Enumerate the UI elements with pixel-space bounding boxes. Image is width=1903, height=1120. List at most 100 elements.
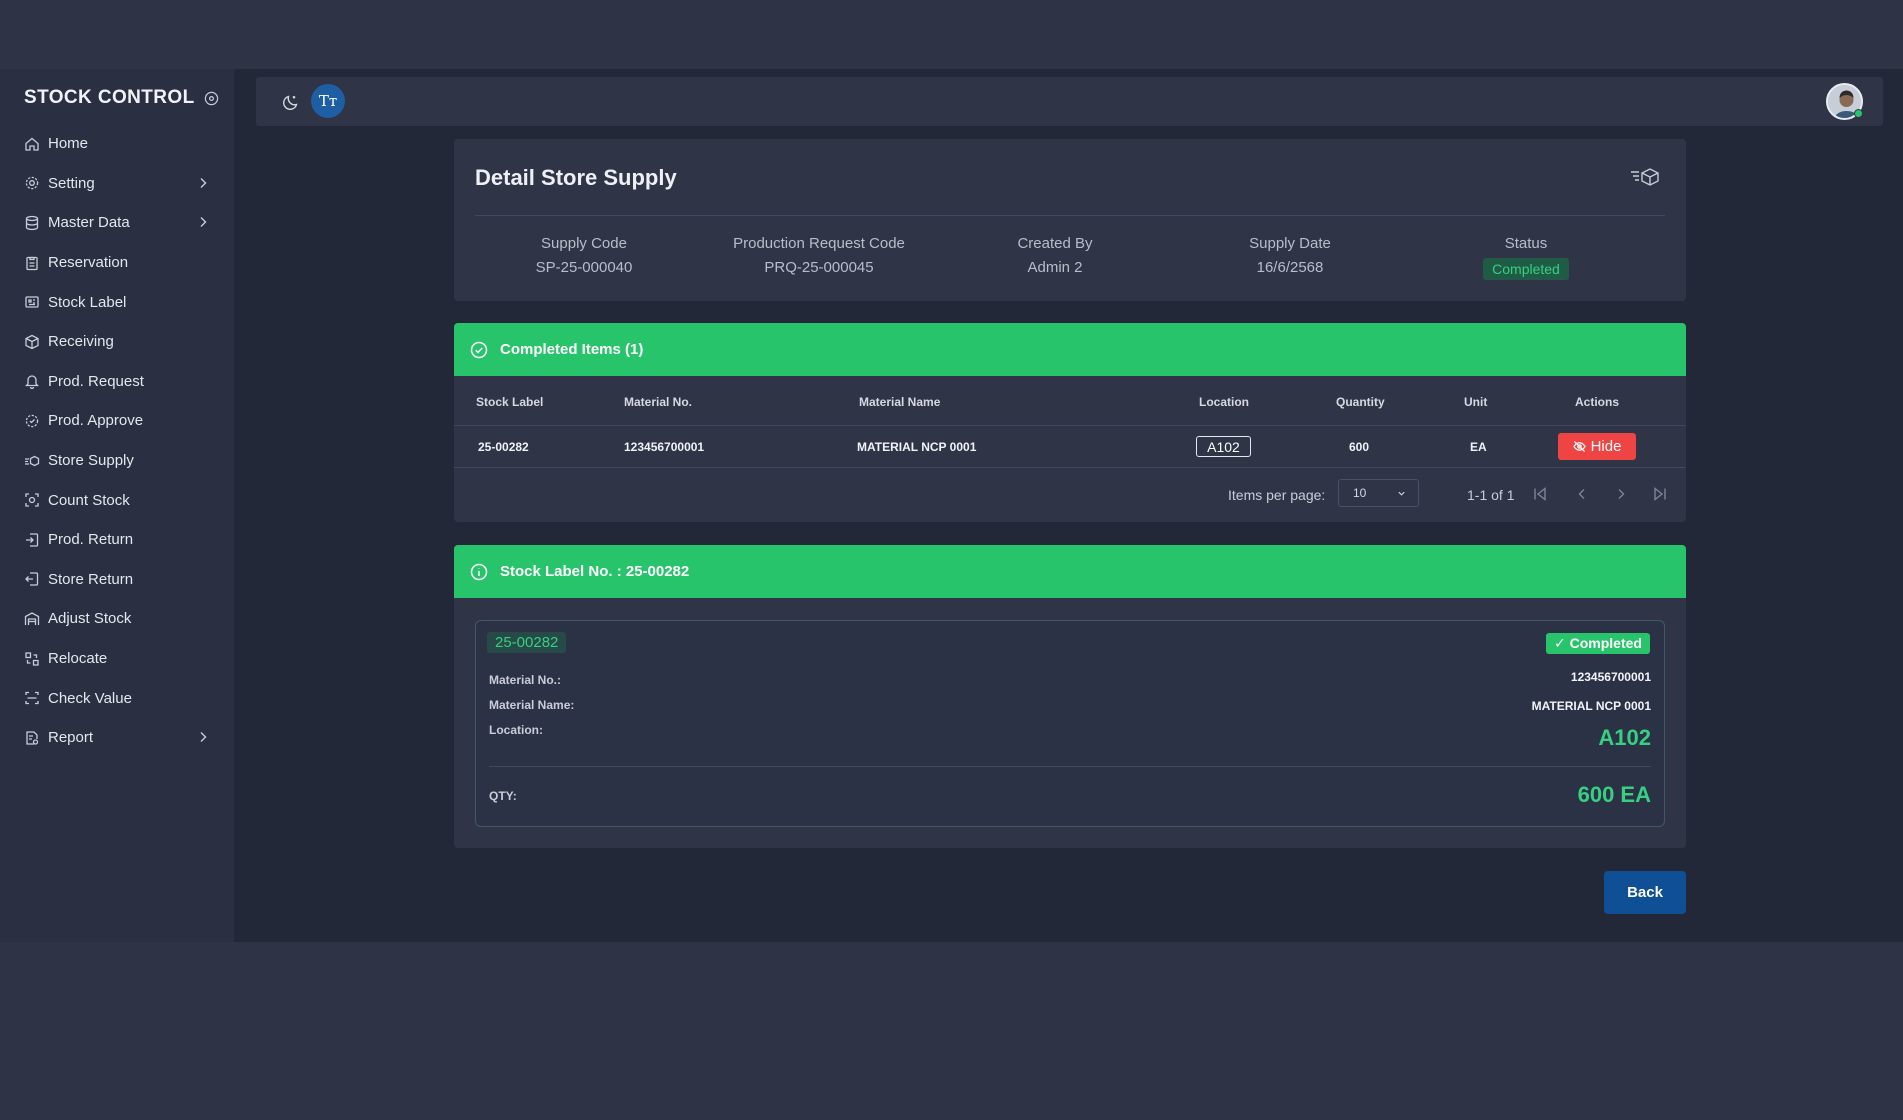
sidebar-item-label: Home [48, 135, 89, 153]
font-size-button[interactable]: Tт [311, 84, 345, 118]
sidebar-item-store-supply[interactable]: Store Supply [0, 441, 234, 481]
cell-material-no: 123456700001 [624, 440, 705, 454]
supply-code-value: SP-25-000040 [535, 259, 633, 276]
sidebar-item-prod-return[interactable]: Prod. Return [0, 520, 234, 560]
hide-button[interactable]: Hide [1558, 433, 1636, 460]
material-no-label: Material No.: [489, 673, 562, 687]
next-page-icon[interactable] [1613, 486, 1629, 502]
sidebar-item-reservation[interactable]: Reservation [0, 243, 234, 283]
chevron-right-icon [198, 216, 208, 228]
cell-unit: EA [1470, 440, 1487, 454]
sidebar-item-relocate[interactable]: Relocate [0, 639, 234, 679]
label-icon [24, 294, 40, 310]
column-header-unit: Unit [1464, 395, 1488, 409]
first-page-icon[interactable] [1532, 486, 1548, 502]
check-circle-icon [470, 341, 488, 359]
sidebar-item-label: Report [48, 729, 94, 747]
report-icon [24, 730, 40, 746]
location-chip: A102 [1196, 436, 1251, 457]
sidebar-item-label: Stock Label [48, 293, 127, 311]
sidebar-nav: Home Setting Master Data Reservation Sto… [0, 124, 234, 758]
production-request-code-field: Production Request Code PRQ-25-000045 [709, 235, 929, 276]
check-value-icon [24, 690, 40, 706]
relocate-icon [24, 651, 40, 667]
stock-label-title: Stock Label No. : 25-00282 [500, 563, 690, 580]
sidebar-item-prod-approve[interactable]: Prod. Approve [0, 401, 234, 441]
detail-card: Detail Store Supply Supply Code SP-25-00… [454, 139, 1686, 301]
created-by-label: Created By [1017, 235, 1093, 252]
location-value: A102 [1598, 725, 1651, 750]
completed-badge: ✓ Completed [1546, 633, 1650, 654]
supply-date-field: Supply Date 16/6/2568 [1180, 235, 1400, 276]
eye-off-icon [1572, 440, 1586, 453]
location-label: Location: [489, 723, 543, 737]
completed-items-header: Completed Items (1) [454, 323, 1686, 376]
clipboard-icon [24, 255, 40, 271]
supply-date-value: 16/6/2568 [1256, 259, 1324, 276]
sidebar-item-receiving[interactable]: Receiving [0, 322, 234, 362]
sidebar-item-count-stock[interactable]: Count Stock [0, 480, 234, 520]
warehouse-icon [24, 611, 40, 627]
sidebar-item-label: Relocate [48, 650, 108, 668]
hide-button-label: Hide [1590, 438, 1622, 455]
completed-items-title: Completed Items (1) [500, 341, 644, 358]
created-by-value: Admin 2 [1027, 259, 1083, 276]
column-header-material-name: Material Name [859, 395, 941, 409]
package-icon [24, 334, 40, 350]
column-header-location: Location [1199, 395, 1249, 409]
return-out-icon [24, 571, 40, 587]
moon-icon[interactable] [282, 93, 300, 111]
return-in-icon [24, 532, 40, 548]
sidebar-item-master-data[interactable]: Master Data [0, 203, 234, 243]
supply-date-label: Supply Date [1249, 235, 1331, 252]
column-header-actions: Actions [1575, 395, 1620, 409]
previous-page-icon[interactable] [1574, 486, 1590, 502]
sidebar-item-adjust-stock[interactable]: Adjust Stock [0, 599, 234, 639]
filter-box-icon[interactable] [1630, 167, 1662, 187]
sidebar-item-store-return[interactable]: Store Return [0, 560, 234, 600]
info-icon [470, 563, 488, 581]
sidebar-item-setting[interactable]: Setting [0, 164, 234, 204]
scan-icon [24, 492, 40, 508]
sidebar-item-label: Prod. Approve [48, 412, 144, 430]
sidebar-item-check-value[interactable]: Check Value [0, 678, 234, 718]
last-page-icon[interactable] [1652, 486, 1668, 502]
production-request-code-value: PRQ-25-000045 [764, 259, 874, 276]
page-title: Detail Store Supply [475, 165, 677, 190]
status-badge: Completed [1483, 258, 1569, 280]
stock-label-detail: 25-00282 ✓ Completed Material No.: 12345… [475, 620, 1665, 827]
material-name-label: Material Name: [489, 698, 575, 712]
sidebar-item-stock-label[interactable]: Stock Label [0, 282, 234, 322]
cell-quantity: 600 [1349, 440, 1370, 454]
sidebar-item-label: Store Return [48, 570, 134, 588]
sidebar-item-label: Master Data [48, 214, 130, 232]
supply-code-label: Supply Code [541, 235, 627, 252]
column-header-stock-label: Stock Label [476, 395, 544, 409]
qty-value: 600 EA [1577, 782, 1651, 807]
material-name-value: MATERIAL NCP 0001 [1531, 699, 1651, 713]
pagination: Items per page: 10 1-1 of 1 [454, 468, 1686, 522]
items-per-page-select[interactable]: 10 [1338, 479, 1419, 507]
cell-material-name: MATERIAL NCP 0001 [857, 440, 977, 454]
back-button[interactable]: Back [1604, 871, 1686, 914]
completed-items-card: Completed Items (1) Stock Label Material… [454, 323, 1686, 522]
gear-icon [24, 175, 40, 191]
column-header-quantity: Quantity [1336, 395, 1385, 409]
topbar: Tт [256, 77, 1883, 126]
sidebar-item-home[interactable]: Home [0, 124, 234, 164]
sidebar-toggle-icon[interactable] [204, 91, 219, 106]
sidebar-item-label: Prod. Request [48, 372, 144, 390]
status-label: Status [1504, 235, 1548, 252]
items-per-page-label: Items per page: [1228, 487, 1326, 503]
sidebar-item-label: Check Value [48, 689, 132, 707]
stock-label-tag: 25-00282 [487, 632, 567, 653]
supply-icon [24, 453, 40, 469]
sidebar-item-label: Reservation [48, 254, 129, 272]
sidebar-item-prod-request[interactable]: Prod. Request [0, 362, 234, 402]
sidebar-item-report[interactable]: Report [0, 718, 234, 758]
bell-icon [24, 373, 40, 390]
material-no-value: 123456700001 [1570, 670, 1651, 684]
sidebar: STOCK CONTROL Home Setting Master Data R… [0, 69, 234, 942]
column-header-material-no: Material No. [624, 395, 693, 409]
cell-stock-label: 25-00282 [478, 440, 529, 454]
